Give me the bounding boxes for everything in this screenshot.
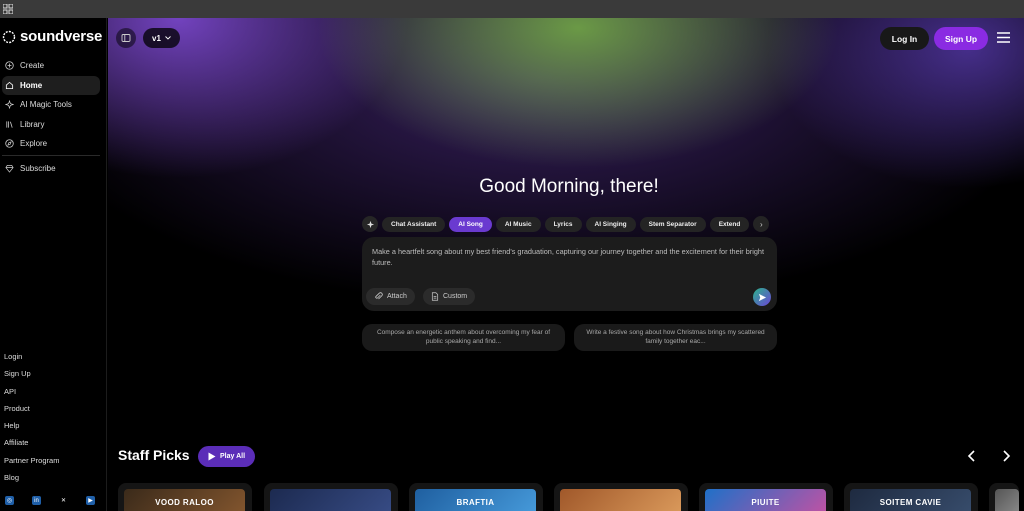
suggestion-card[interactable]: Write a festive song about how Christmas… bbox=[574, 324, 777, 351]
magic-wand-button[interactable] bbox=[362, 216, 378, 232]
document-icon bbox=[431, 292, 439, 301]
library-icon bbox=[6, 121, 13, 128]
chevron-right-icon[interactable]: › bbox=[753, 216, 770, 232]
carousel-prev-icon[interactable] bbox=[966, 449, 978, 463]
footer-link-sign-up[interactable]: Sign Up bbox=[4, 368, 59, 385]
album-cover: BRAFTIA bbox=[415, 489, 536, 511]
hamburger-menu-icon[interactable] bbox=[997, 32, 1010, 43]
linkedin-icon[interactable]: in bbox=[32, 496, 41, 505]
sidebar-item-label: Subscribe bbox=[20, 164, 56, 174]
brand-name: soundverse bbox=[20, 28, 103, 45]
sidebar-toggle-icon bbox=[121, 34, 131, 42]
soundverse-logo-icon bbox=[2, 30, 16, 43]
sidebar-item-label: Create bbox=[20, 61, 45, 70]
custom-button[interactable]: Custom bbox=[423, 288, 476, 305]
sidebar-item-library[interactable]: Library bbox=[2, 115, 100, 134]
album-title: BRAFTIA bbox=[456, 498, 495, 507]
footer-link-login[interactable]: Login bbox=[4, 351, 59, 368]
tab-extend[interactable]: Extend bbox=[709, 216, 750, 232]
grid-icon[interactable] bbox=[3, 4, 13, 14]
play-all-button[interactable]: Play All bbox=[198, 446, 255, 467]
paperclip-icon bbox=[375, 292, 383, 300]
attach-label: Attach bbox=[387, 293, 407, 300]
album-cover bbox=[995, 489, 1019, 511]
x-icon[interactable]: ✕ bbox=[59, 496, 68, 505]
sidebar-item-explore[interactable]: Explore bbox=[2, 134, 100, 153]
footer-link-api[interactable]: API bbox=[4, 386, 59, 403]
version-value: v1 bbox=[152, 33, 161, 43]
sidebar-item-label: Library bbox=[20, 119, 45, 129]
album-cover: VOOD RALOO bbox=[124, 489, 245, 511]
version-select[interactable]: v1 bbox=[143, 28, 180, 48]
suggestion-card[interactable]: Compose an energetic anthem about overco… bbox=[362, 324, 565, 351]
prompt-input[interactable]: Make a heartfelt song about my best frie… bbox=[372, 246, 767, 268]
signup-button[interactable]: Sign Up bbox=[934, 27, 988, 50]
tab-ai-song[interactable]: AI Song bbox=[449, 216, 492, 232]
social-links: ◎ in ✕ ▶ bbox=[5, 496, 95, 505]
album-cover: SOITEM CAVIE bbox=[850, 489, 971, 511]
staff-pick-card[interactable]: BRAFTIA bbox=[409, 483, 543, 511]
sidebar-item-home[interactable]: Home bbox=[2, 75, 100, 95]
footer-link-affiliate[interactable]: Affiliate bbox=[4, 437, 59, 454]
sidebar-item-create[interactable]: Create bbox=[2, 56, 100, 75]
footer-link-partner-program[interactable]: Partner Program bbox=[4, 455, 59, 472]
tab-stem-separator[interactable]: Stem Separator bbox=[639, 216, 706, 232]
sparkle-icon bbox=[5, 100, 14, 110]
custom-label: Custom bbox=[443, 293, 468, 300]
instagram-icon[interactable]: ◎ bbox=[5, 496, 14, 505]
tool-tabs: Chat Assistant AI Song AI Music Lyrics A… bbox=[362, 216, 770, 232]
staff-picks-title: Staff Picks bbox=[118, 447, 190, 463]
album-title: VOOD RALOO bbox=[155, 498, 214, 507]
main-area: v1 Log In Sign Up Good Morning, there! C… bbox=[108, 18, 1024, 511]
gem-icon bbox=[5, 165, 14, 174]
sidebar-item-label: AI Magic Tools bbox=[20, 100, 72, 110]
tab-ai-music[interactable]: AI Music bbox=[495, 216, 541, 232]
logo[interactable]: soundverse bbox=[2, 28, 102, 45]
chevron-down-icon bbox=[165, 36, 171, 40]
send-icon bbox=[758, 293, 766, 301]
sidebar-divider bbox=[2, 155, 100, 157]
sidebar-item-subscribe[interactable]: Subscribe bbox=[2, 159, 100, 178]
album-title: PIUITE bbox=[751, 498, 780, 507]
sidebar-item-label: Home bbox=[20, 80, 43, 90]
sidebar-item-ai-magic-tools[interactable]: AI Magic Tools bbox=[2, 95, 100, 114]
album-cover bbox=[270, 489, 391, 511]
carousel-next-icon[interactable] bbox=[1000, 449, 1012, 463]
sidebar-nav: Create Home AI Magic Tools Library Explo… bbox=[2, 56, 100, 179]
youtube-icon[interactable]: ▶ bbox=[86, 496, 95, 505]
greeting-heading: Good Morning, there! bbox=[479, 176, 659, 197]
tab-ai-singing[interactable]: AI Singing bbox=[585, 216, 636, 232]
title-bar bbox=[0, 0, 1024, 18]
sparkle-icon bbox=[366, 220, 374, 228]
home-icon bbox=[5, 81, 14, 89]
footer-link-product[interactable]: Product bbox=[4, 403, 59, 420]
staff-pick-card[interactable]: PIUITE bbox=[699, 483, 833, 511]
staff-pick-card[interactable] bbox=[264, 483, 398, 511]
staff-pick-card[interactable]: VOOD RALOO bbox=[118, 483, 252, 511]
plus-circle-icon bbox=[5, 61, 14, 70]
send-button[interactable] bbox=[753, 288, 771, 306]
footer-link-blog[interactable]: Blog bbox=[4, 472, 59, 489]
tab-chat-assistant[interactable]: Chat Assistant bbox=[382, 216, 446, 232]
staff-pick-card[interactable] bbox=[554, 483, 688, 511]
attach-button[interactable]: Attach bbox=[366, 288, 415, 305]
sidebar-item-label: Explore bbox=[20, 139, 48, 149]
tab-lyrics[interactable]: Lyrics bbox=[544, 216, 582, 232]
play-icon bbox=[208, 452, 216, 461]
sidebar-footer-links: Login Sign Up API Product Help Affiliate… bbox=[4, 351, 59, 489]
sidebar-toggle-button[interactable] bbox=[116, 28, 136, 48]
prompt-box: Make a heartfelt song about my best frie… bbox=[362, 237, 777, 311]
album-title: SOITEM CAVIE bbox=[879, 498, 942, 507]
staff-pick-card[interactable]: SOITEM CAVIE bbox=[844, 483, 978, 511]
login-button[interactable]: Log In bbox=[880, 27, 929, 50]
compass-icon bbox=[5, 139, 14, 149]
footer-link-help[interactable]: Help bbox=[4, 420, 59, 437]
staff-pick-card[interactable] bbox=[989, 483, 1019, 511]
album-cover bbox=[560, 489, 681, 511]
sidebar: soundverse Create Home AI Magic Tools Li… bbox=[0, 18, 107, 511]
album-cover: PIUITE bbox=[705, 489, 826, 511]
play-all-label: Play All bbox=[219, 453, 246, 460]
